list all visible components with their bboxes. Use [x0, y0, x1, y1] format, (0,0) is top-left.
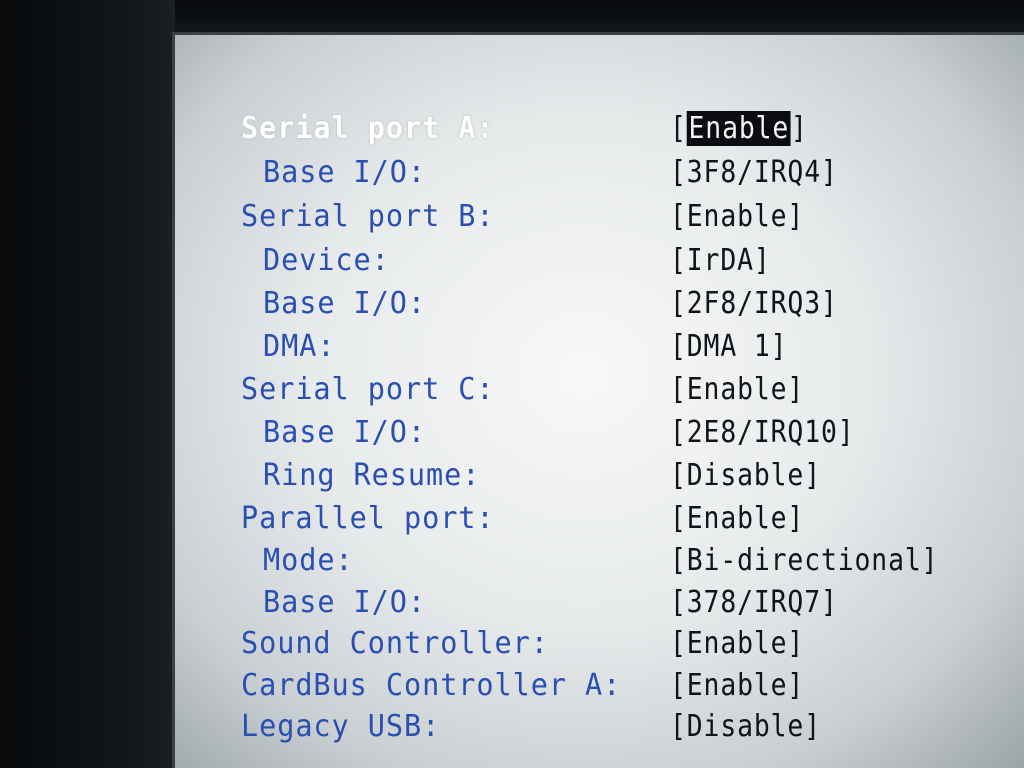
setting-value-text: Enable — [686, 111, 791, 146]
setting-value[interactable]: [Enable] — [670, 498, 804, 540]
setting-value-text: Bi-directional — [686, 543, 922, 578]
setting-row-parallel-port[interactable]: Parallel port: [Enable] — [175, 498, 1024, 540]
setting-value-text: Disable — [686, 709, 805, 744]
setting-value-text: Enable — [686, 668, 788, 703]
setting-value[interactable]: [Enable] — [670, 623, 804, 665]
setting-row-sound-controller[interactable]: Sound Controller: [Enable] — [175, 623, 1024, 665]
setting-value[interactable]: [Enable] — [670, 196, 804, 238]
setting-label: Mode: — [263, 543, 354, 578]
setting-label: Device: — [263, 243, 390, 278]
setting-label: Legacy USB: — [241, 709, 441, 744]
setting-row-serial-c-ring-resume[interactable]: Ring Resume: [Disable] — [175, 455, 1024, 497]
setting-value-text: Enable — [686, 199, 788, 234]
setting-label: Serial port A: — [241, 111, 495, 146]
setting-value[interactable]: [Enable] — [670, 665, 804, 707]
setting-value-text: DMA 1 — [686, 329, 771, 364]
setting-label: Base I/O: — [263, 585, 426, 620]
setting-row-cardbus-controller-a[interactable]: CardBus Controller A: [Enable] — [175, 665, 1024, 707]
monitor-bezel-left — [0, 0, 175, 768]
setting-row-serial-port-b[interactable]: Serial port B: [Enable] — [175, 196, 1024, 238]
setting-value-text: 378/IRQ7 — [686, 585, 821, 620]
setting-value-text: Enable — [686, 626, 788, 661]
setting-row-serial-a-base-io[interactable]: Base I/O: [3F8/IRQ4] — [175, 152, 1024, 194]
setting-label: DMA: — [263, 329, 336, 364]
setting-value-text: Enable — [686, 372, 788, 407]
setting-row-serial-b-dma[interactable]: DMA: [DMA 1] — [175, 326, 1024, 368]
setting-value[interactable]: [Enable] — [670, 108, 808, 150]
setting-row-serial-port-c[interactable]: Serial port C: [Enable] — [175, 369, 1024, 411]
setting-value[interactable]: [Disable] — [670, 455, 821, 497]
setting-value[interactable]: [IrDA] — [670, 240, 771, 282]
setting-value[interactable]: [2F8/IRQ3] — [670, 283, 838, 325]
setting-label: Ring Resume: — [263, 458, 481, 493]
setting-value[interactable]: [Bi-directional] — [670, 540, 938, 582]
bios-screen: Serial port A: [Enable] Base I/O: [3F8/I… — [172, 32, 1024, 768]
settings-list: Serial port A: [Enable] Base I/O: [3F8/I… — [175, 35, 1024, 768]
setting-value-text: Enable — [686, 501, 788, 536]
setting-value-text: 2F8/IRQ3 — [686, 286, 821, 321]
setting-label: Base I/O: — [263, 415, 426, 450]
setting-value-text: Disable — [686, 458, 805, 493]
setting-value-text: 3F8/IRQ4 — [686, 155, 821, 190]
setting-value[interactable]: [3F8/IRQ4] — [670, 152, 838, 194]
setting-label: Serial port C: — [241, 372, 495, 407]
setting-label: CardBus Controller A: — [241, 668, 622, 703]
setting-row-parallel-mode[interactable]: Mode: [Bi-directional] — [175, 540, 1024, 582]
setting-label: Parallel port: — [241, 501, 495, 536]
setting-label: Sound Controller: — [241, 626, 549, 661]
setting-value-text: IrDA — [686, 243, 754, 278]
setting-value-text: 2E8/IRQ10 — [686, 415, 838, 450]
setting-label: Serial port B: — [241, 199, 495, 234]
setting-value[interactable]: [378/IRQ7] — [670, 582, 838, 624]
setting-label: Base I/O: — [263, 155, 426, 190]
setting-row-serial-b-base-io[interactable]: Base I/O: [2F8/IRQ3] — [175, 283, 1024, 325]
setting-row-serial-c-base-io[interactable]: Base I/O: [2E8/IRQ10] — [175, 412, 1024, 454]
setting-value[interactable]: [DMA 1] — [670, 326, 787, 368]
setting-value[interactable]: [Enable] — [670, 369, 804, 411]
setting-row-serial-b-device[interactable]: Device: [IrDA] — [175, 240, 1024, 282]
setting-row-parallel-base-io[interactable]: Base I/O: [378/IRQ7] — [175, 582, 1024, 624]
setting-value[interactable]: [Disable] — [670, 706, 821, 748]
setting-row-serial-port-a[interactable]: Serial port A: [Enable] — [175, 108, 1024, 150]
setting-row-legacy-usb[interactable]: Legacy USB: [Disable] — [175, 706, 1024, 748]
setting-value[interactable]: [2E8/IRQ10] — [670, 412, 855, 454]
setting-label: Base I/O: — [263, 286, 426, 321]
